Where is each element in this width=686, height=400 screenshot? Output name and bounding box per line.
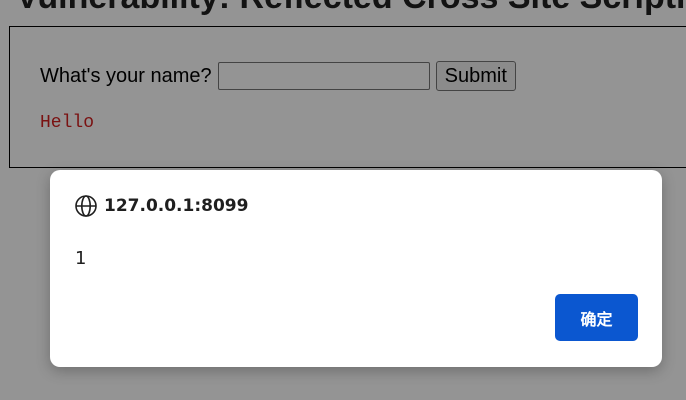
globe-icon [74,194,98,218]
dialog-message: 1 [75,248,87,269]
browser-page: Vulnerability: Reflected Cross Site Scri… [0,0,686,400]
ok-button[interactable]: 确定 [555,294,638,341]
dialog-origin: 127.0.0.1:8099 [104,196,249,216]
dialog-header: 127.0.0.1:8099 [74,194,248,218]
alert-dialog: 127.0.0.1:8099 1 确定 [50,170,662,367]
